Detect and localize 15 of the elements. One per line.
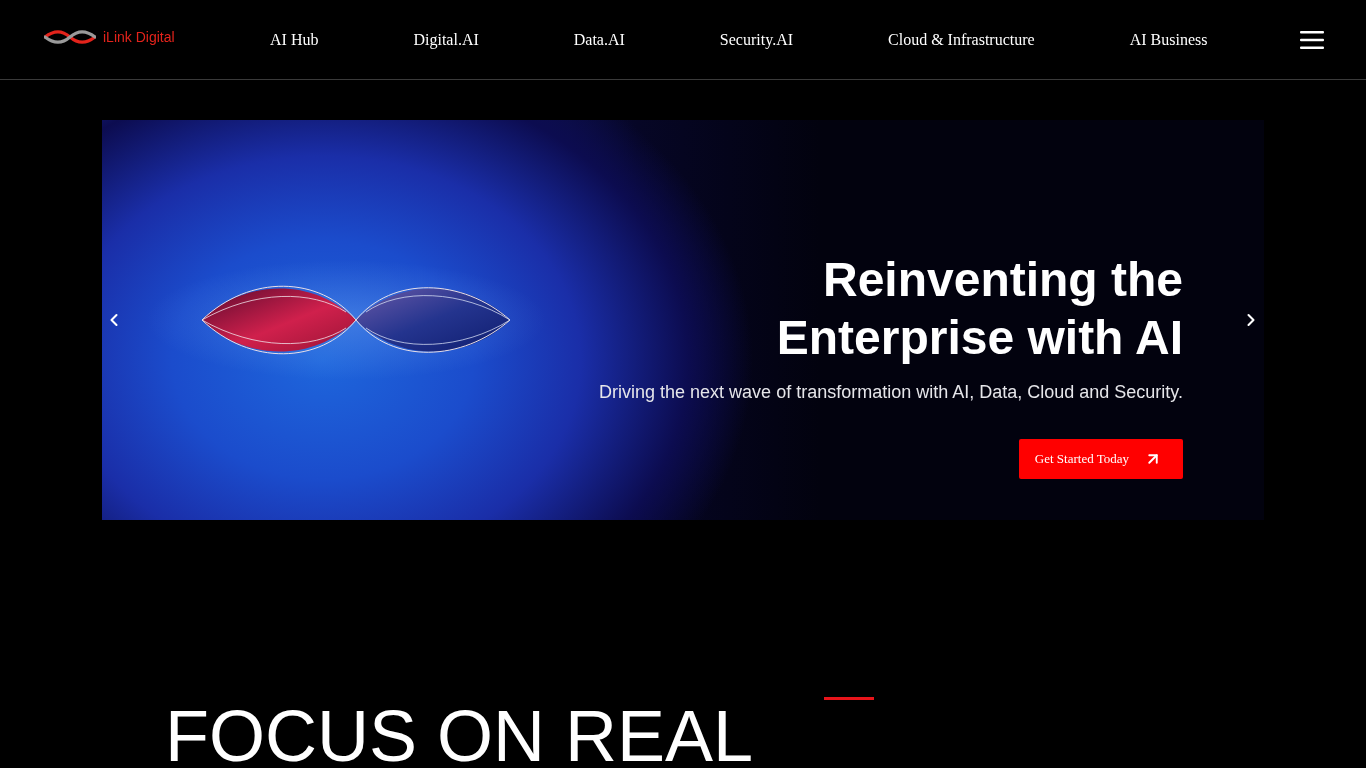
menu-button[interactable] [1300,30,1324,49]
nav-link[interactable]: AI Business [1129,29,1208,50]
accent-bar [824,697,874,700]
hero-subtitle: Driving the next wave of transformation with AI, Data, Cloud and Security. [599,381,1183,405]
nav-link[interactable]: Digital.AI [413,29,479,50]
nav-link[interactable]: AI Hub [270,29,319,50]
get-started-button[interactable]: Get Started Today [1018,439,1183,480]
section-heading: FOCUS ON REAL [165,708,754,764]
logo-link[interactable]: iLink Digital [44,27,175,46]
hero-heading: Reinventing the Enterprise with AI [775,252,1183,366]
nav-link[interactable]: Security.AI [719,29,794,50]
menu-icon [1300,30,1324,49]
wave-logo-icon [44,28,96,45]
nav-link[interactable]: Cloud & Infrastructure [888,29,1035,50]
nav-link[interactable]: Data.AI [573,29,625,50]
